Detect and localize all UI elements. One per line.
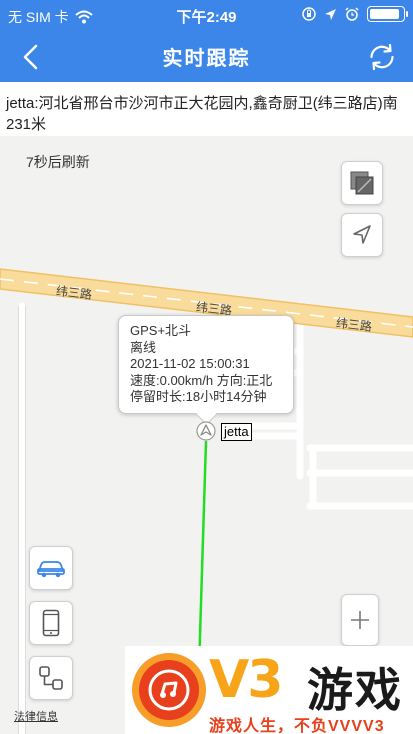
- car-icon: [37, 561, 65, 578]
- location-arrow-icon: [325, 8, 336, 20]
- position-datetime: 2021-11-02 15:00:31: [130, 356, 250, 371]
- zoom-in-button[interactable]: [341, 594, 379, 646]
- orientation-lock-icon: [302, 7, 316, 21]
- status-bar: 无 SIM 卡 下午2:49: [0, 0, 413, 30]
- vehicle-address: jetta:河北省邢台市沙河市正大花园内,鑫奇厨卫(纬三路店)南231米: [0, 82, 413, 136]
- phone-view-button[interactable]: [29, 601, 73, 645]
- car-view-button[interactable]: [29, 546, 73, 590]
- route-view-button[interactable]: [29, 656, 73, 700]
- battery-icon: [367, 6, 408, 22]
- v3-logo-icon: [132, 653, 206, 727]
- refresh-button[interactable]: [365, 40, 399, 74]
- status-right: [302, 6, 408, 22]
- navigation-arrow-icon: [353, 225, 371, 244]
- page-title: 实时跟踪: [162, 48, 251, 70]
- locate-button[interactable]: [341, 213, 383, 257]
- plus-icon: [351, 611, 369, 629]
- speed-direction: 速度:0.00km/h 方向:正北: [130, 372, 273, 388]
- refresh-icon: [370, 43, 394, 71]
- watermark-brand: 游戏: [307, 664, 403, 716]
- vehicle-marker-icon[interactable]: [196, 421, 216, 441]
- vehicle-info-popup: GPS+北斗 离线 2021-11-02 15:00:31 速度:0.00km/…: [118, 315, 294, 414]
- route-nodes-icon: [39, 666, 63, 690]
- online-status: 离线: [130, 339, 157, 355]
- satellite-layer-icon: [350, 171, 374, 195]
- watermark-logo-text: V3: [209, 650, 283, 710]
- vehicle-name-label: jetta: [221, 423, 252, 441]
- refresh-countdown: 7秒后刷新: [26, 154, 90, 170]
- battery-tip: [406, 11, 408, 17]
- legal-info-link[interactable]: 法律信息: [14, 708, 58, 724]
- map-layer-button[interactable]: [341, 161, 383, 205]
- watermark-slogan: 游戏人生，不负VVVV3: [209, 718, 385, 734]
- phone-icon: [42, 609, 60, 637]
- stop-duration: 停留时长:18小时14分钟: [130, 389, 267, 404]
- alarm-icon: [345, 7, 359, 21]
- watermark: V3 游戏 游戏人生，不负VVVV3: [125, 646, 413, 734]
- nav-bar: 实时跟踪: [0, 30, 413, 82]
- signal-type: GPS+北斗: [130, 323, 192, 338]
- map-view[interactable]: 纬三路 纬三路 纬三路 7秒后刷新 GPS+北斗 离线 2021-11-02 1…: [0, 136, 413, 734]
- battery-fill: [370, 9, 400, 19]
